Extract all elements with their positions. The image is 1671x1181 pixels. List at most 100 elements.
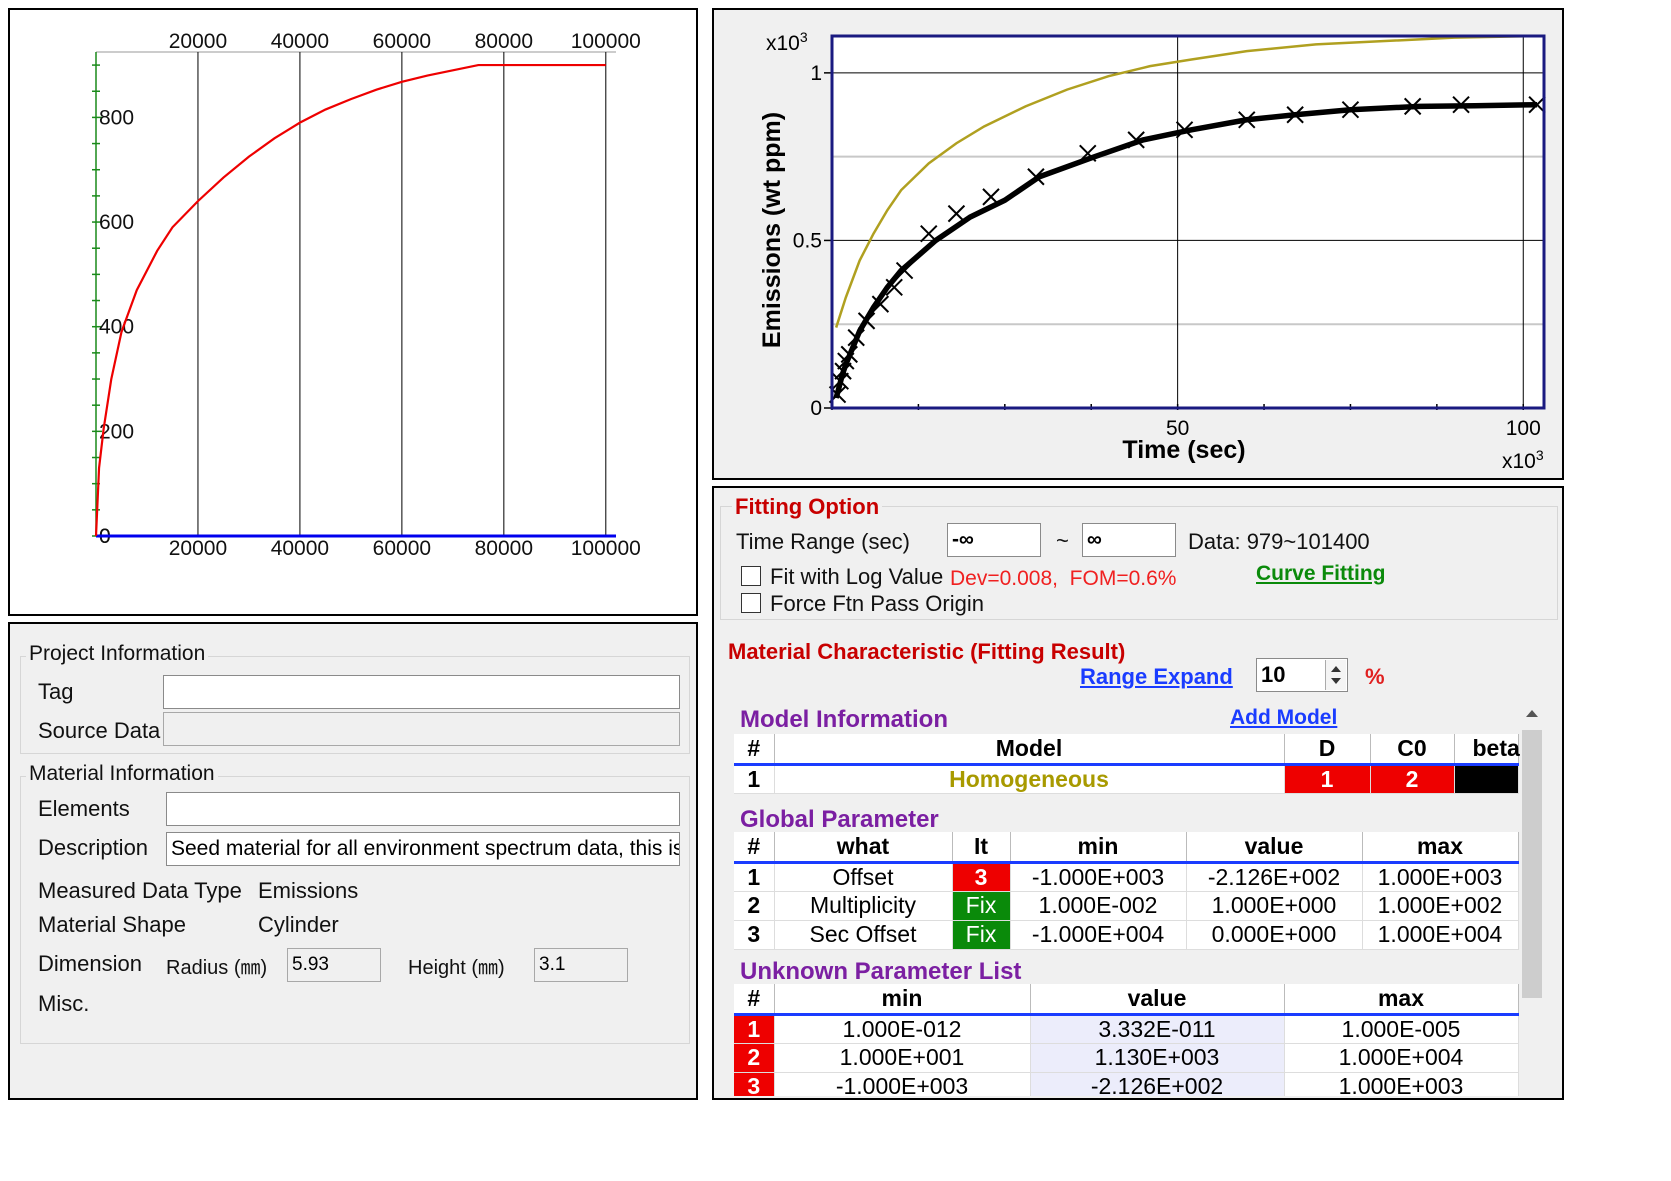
gp-value[interactable]: 1.000E+000 — [1186, 891, 1363, 921]
overview-x-tick-label-bottom: 100000 — [571, 537, 641, 560]
radius-label: Radius (㎜) — [166, 957, 268, 979]
add-model-link[interactable]: Add Model — [1230, 706, 1337, 730]
gp-value[interactable]: 0.000E+000 — [1186, 920, 1363, 950]
gp-what: Offset — [774, 862, 953, 892]
model-header-d: D — [1284, 734, 1371, 766]
measured-type-value: Emissions — [258, 878, 359, 903]
overview-y-tick-label: 400 — [99, 316, 134, 339]
gp-min[interactable]: -1.000E+003 — [1010, 862, 1187, 892]
overview-x-tick-label-top: 60000 — [373, 30, 431, 53]
gp-min[interactable]: -1.000E+004 — [1010, 920, 1187, 950]
model-row[interactable]: 1 Homogeneous 1 2 — [734, 764, 1519, 794]
spin-up-icon[interactable] — [1331, 666, 1341, 672]
log-value-checkbox[interactable] — [741, 566, 761, 586]
data-range-text: Data: 979~101400 — [1188, 529, 1370, 554]
up-value[interactable]: 1.130E+003 — [1030, 1043, 1285, 1073]
global-param-title: Global Parameter — [740, 806, 939, 833]
up-max[interactable]: 1.000E-005 — [1284, 1014, 1519, 1044]
gp-max[interactable]: 1.000E+002 — [1362, 891, 1519, 921]
up-header-min: min — [774, 984, 1031, 1016]
percent-label: % — [1365, 664, 1385, 689]
up-value[interactable]: -2.126E+002 — [1030, 1072, 1285, 1096]
y-multiplier-label: x103 — [766, 29, 808, 55]
overview-chart[interactable]: 0200400600800 20000400006000080000100000… — [10, 10, 696, 614]
curve-fitting-link[interactable]: Curve Fitting — [1256, 562, 1386, 586]
table-row[interactable]: 1 1.000E-012 3.332E-011 1.000E-005 — [734, 1014, 1519, 1044]
gp-min[interactable]: 1.000E-002 — [1010, 891, 1187, 921]
scroll-up-icon[interactable] — [1526, 710, 1538, 717]
fit-y-tick-label: 1 — [810, 62, 822, 85]
model-row-c0[interactable]: 2 — [1370, 764, 1455, 794]
gp-it[interactable]: 3 — [952, 862, 1011, 892]
material-shape-value: Cylinder — [258, 912, 339, 937]
fit-chart[interactable]: x103 x103 00.51 50 100 Emissions (wt ppm)… — [714, 10, 1562, 478]
overview-chart-panel: 0200400600800 20000400006000080000100000… — [8, 8, 698, 616]
gp-it[interactable]: Fix — [952, 920, 1011, 950]
gp-it[interactable]: Fix — [952, 891, 1011, 921]
tag-label: Tag — [38, 679, 74, 704]
height-label: Height (㎜) — [408, 957, 505, 979]
gp-header-it: It — [952, 832, 1011, 864]
fitting-option-title: Fitting Option — [732, 494, 883, 520]
model-header-num: # — [734, 734, 775, 766]
results-scroll-area[interactable]: Model Information Add Model # Model D C0… — [734, 700, 1538, 1096]
overview-x-tick-label-bottom: 80000 — [475, 537, 533, 560]
log-value-label: Fit with Log Value — [770, 564, 944, 589]
table-row[interactable]: 3 Sec Offset Fix -1.000E+004 0.000E+000 … — [734, 920, 1519, 950]
up-header-num: # — [734, 984, 775, 1016]
overview-red-curve — [94, 63, 606, 537]
project-info-title: Project Information — [26, 642, 209, 666]
y-axis-label: Emissions (wt ppm) — [758, 112, 786, 348]
model-header-beta: beta — [1454, 734, 1520, 766]
model-row-beta[interactable] — [1454, 764, 1519, 794]
gp-max[interactable]: 1.000E+004 — [1362, 920, 1519, 950]
fitting-panel: Fitting Option Time Range (sec) -∞ ~ ∞ D… — [712, 486, 1564, 1100]
up-num: 2 — [734, 1043, 775, 1073]
fit-x-tick-label: 100 — [1506, 417, 1541, 440]
elements-input[interactable] — [166, 792, 680, 826]
scrollbar-thumb[interactable] — [1522, 730, 1542, 998]
overview-x-tick-label-top: 100000 — [571, 30, 641, 53]
model-row-d[interactable]: 1 — [1284, 764, 1371, 794]
model-row-name[interactable]: Homogeneous — [774, 764, 1285, 794]
tag-input[interactable] — [163, 675, 680, 709]
gp-value[interactable]: -2.126E+002 — [1186, 862, 1363, 892]
time-to-input[interactable]: ∞ — [1082, 523, 1176, 557]
source-data-input[interactable] — [163, 712, 680, 746]
gp-num: 1 — [734, 862, 775, 892]
table-row[interactable]: 3 -1.000E+003 -2.126E+002 1.000E+003 — [734, 1072, 1519, 1096]
up-min[interactable]: 1.000E+001 — [774, 1043, 1031, 1073]
fit-chart-panel: x103 x103 0 0.5 1 50 100 Emissions (wt ppm)… — [712, 8, 1564, 480]
overview-x-tick-label-top: 40000 — [271, 30, 329, 53]
up-max[interactable]: 1.000E+004 — [1284, 1043, 1519, 1073]
up-num: 3 — [734, 1072, 775, 1096]
radius-input[interactable]: 5.93 — [287, 948, 381, 982]
overview-x-tick-label-bottom: 60000 — [373, 537, 431, 560]
description-input[interactable]: Seed material for all environment spectr… — [166, 832, 680, 866]
force-origin-checkbox[interactable] — [741, 593, 761, 613]
table-row[interactable]: 1 Offset 3 -1.000E+003 -2.126E+002 1.000… — [734, 862, 1519, 892]
table-row[interactable]: 2 Multiplicity Fix 1.000E-002 1.000E+000… — [734, 891, 1519, 921]
up-max[interactable]: 1.000E+003 — [1284, 1072, 1519, 1096]
spin-down-icon[interactable] — [1331, 678, 1341, 684]
global-param-table: # what It min value max 1 Offset 3 -1.00… — [734, 832, 1519, 950]
fit-y-tick-label: 0 — [810, 397, 822, 420]
up-min[interactable]: -1.000E+003 — [774, 1072, 1031, 1096]
overview-y-tick-label: 800 — [99, 106, 134, 129]
range-expand-link[interactable]: Range Expand — [1080, 664, 1233, 690]
table-row[interactable]: 2 1.000E+001 1.130E+003 1.000E+004 — [734, 1043, 1519, 1073]
results-scrollbar[interactable] — [1520, 704, 1544, 1096]
gp-num: 2 — [734, 891, 775, 921]
gp-max[interactable]: 1.000E+003 — [1362, 862, 1519, 892]
elements-label: Elements — [38, 796, 130, 821]
material-characteristic-title: Material Characteristic (Fitting Result) — [728, 639, 1126, 664]
range-expand-spinner[interactable] — [1325, 660, 1346, 690]
tilde-label: ~ — [1056, 528, 1069, 553]
gp-header-what: what — [774, 832, 953, 864]
fit-y-tick-label: 0.5 — [793, 229, 822, 252]
up-value[interactable]: 3.332E-011 — [1030, 1014, 1285, 1044]
height-input[interactable]: 3.1 — [534, 948, 628, 982]
unknown-param-title: Unknown Parameter List — [740, 958, 1022, 985]
time-from-input[interactable]: -∞ — [947, 523, 1041, 557]
up-min[interactable]: 1.000E-012 — [774, 1014, 1031, 1044]
